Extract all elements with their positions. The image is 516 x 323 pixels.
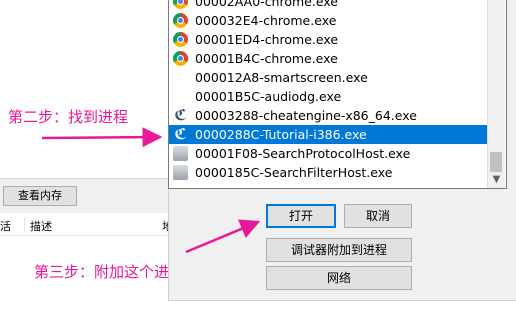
column-active[interactable]: 活 [0,218,11,234]
process-name: 00001B4C-chrome.exe [195,51,338,66]
process-list-item[interactable]: 00001F08-SearchProtocolHost.exe [169,144,489,163]
view-memory-button[interactable]: 查看内存 [3,186,77,206]
chrome-icon [173,51,188,66]
chrome-icon [173,0,188,9]
process-list-item[interactable]: ℭ 0000288C-Tutorial-i386.exe [169,125,489,144]
cancel-button[interactable]: 取消 [344,204,412,228]
process-name: 0000185C-SearchFilterHost.exe [195,165,393,180]
process-name: 000032E4-chrome.exe [195,13,337,28]
process-name: 00003288-cheatengine-x86_64.exe [195,108,417,123]
annotation-step3: 第三步：附加这个进程 [34,263,185,281]
process-list-item[interactable]: 000012A8-smartscreen.exe [169,68,489,87]
address-list-header: 活 描述 地 [0,215,173,236]
process-list-item[interactable]: 00001B4C-chrome.exe [169,49,489,68]
process-name: 00001F08-SearchProtocolHost.exe [195,146,411,161]
process-list-item[interactable]: 0000185C-SearchFilterHost.exe [169,163,489,182]
process-name: 00001B5C-audiodg.exe [195,89,342,104]
column-description[interactable]: 描述 [30,218,52,234]
network-button[interactable]: 网络 [266,266,412,290]
cheatengine-icon: ℭ [174,125,187,143]
process-list-item[interactable]: 00001B5C-audiodg.exe [169,87,489,106]
open-button[interactable]: 打开 [266,204,336,228]
annotation-step2: 第二步：找到进程 [8,108,129,126]
process-list-scrollbar[interactable]: ▼ [487,0,505,188]
cheatengine-icon: ℭ [174,106,187,124]
scroll-down-icon[interactable]: ▼ [488,172,505,188]
process-list-item[interactable]: 000032E4-chrome.exe [169,11,489,30]
scrollbar-thumb[interactable] [490,152,502,172]
process-name: 00002AA0-chrome.exe [195,0,338,9]
host-icon [173,146,188,161]
process-list-item[interactable]: 00002AA0-chrome.exe [169,0,489,11]
chrome-icon [173,13,188,28]
host-icon [173,165,188,180]
process-list-item[interactable]: ℭ 00003288-cheatengine-x86_64.exe [169,106,489,125]
column-divider [24,217,25,233]
process-list-item[interactable]: 00001ED4-chrome.exe [169,30,489,49]
attach-debugger-button[interactable]: 调试器附加到进程 [266,238,412,262]
chrome-icon [173,32,188,47]
process-name: 000012A8-smartscreen.exe [195,70,368,85]
process-name: 00001ED4-chrome.exe [195,32,339,47]
process-name: 0000288C-Tutorial-i386.exe [195,127,367,142]
process-list[interactable]: 00002AA0-chrome.exe 000032E4-chrome.exe 00… [168,0,507,189]
